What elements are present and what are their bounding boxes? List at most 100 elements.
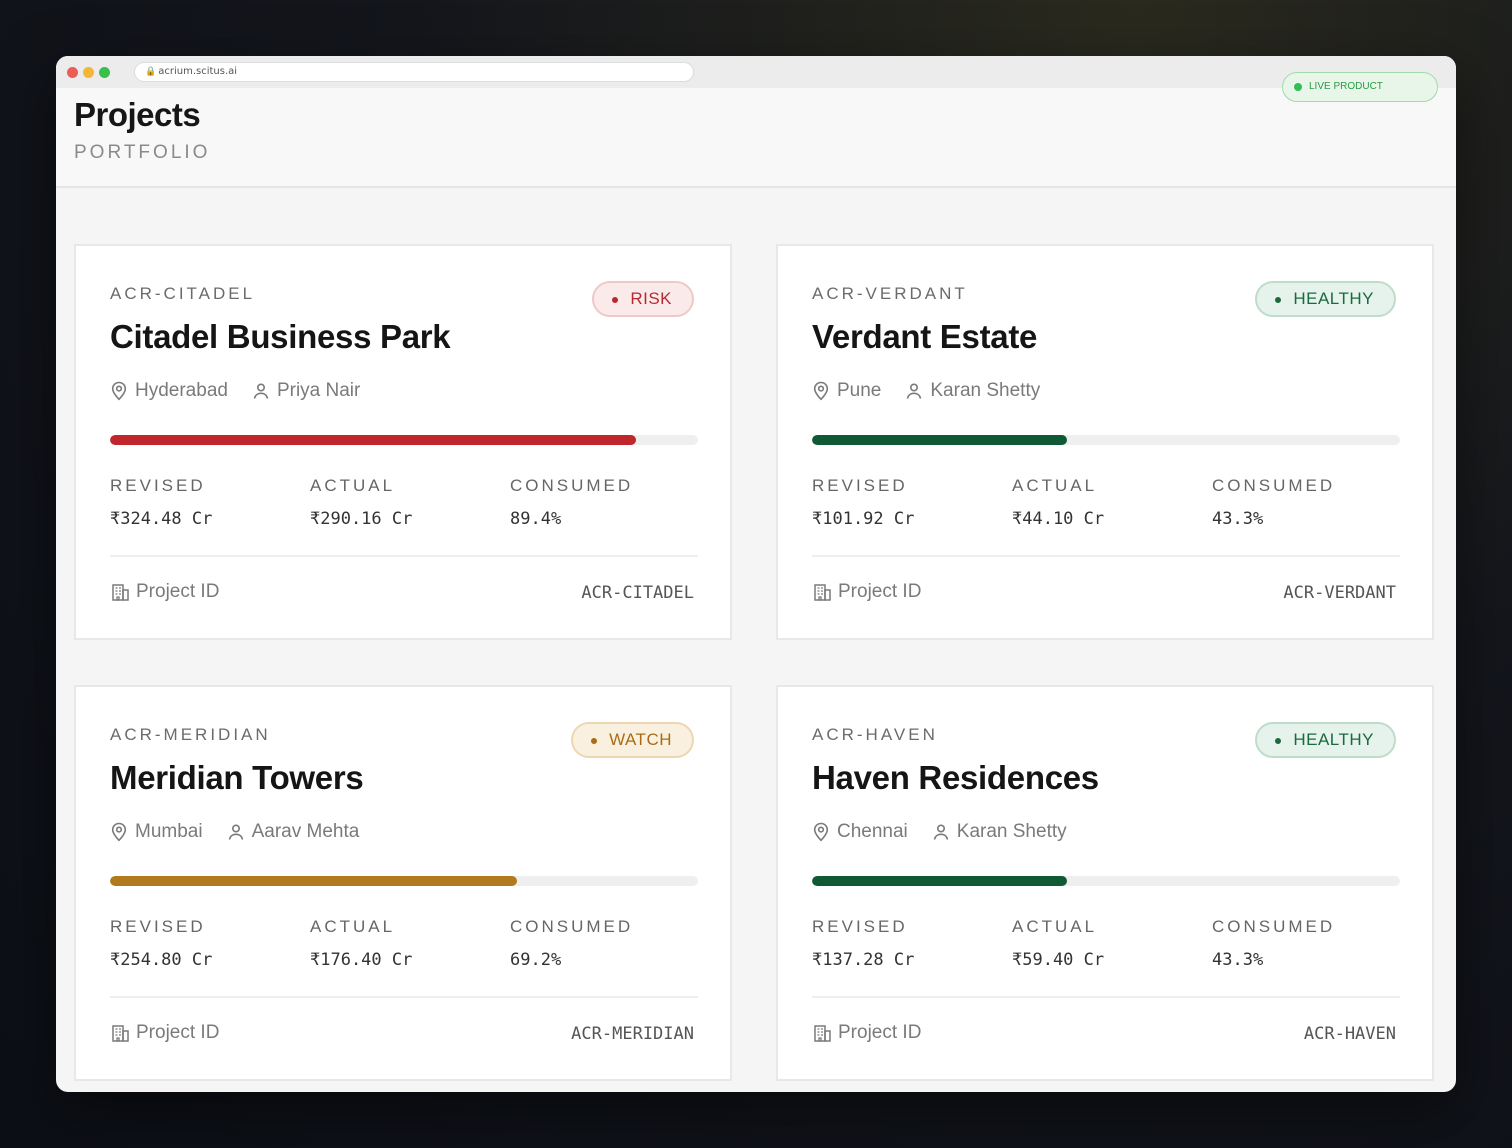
live-product-label: LIVE PRODUCT [1309,81,1383,92]
project-manager: Priya Nair [276,380,361,401]
budget-progress-bar [110,435,698,445]
project-code: ACR-HAVEN [812,725,938,744]
project-card-acr-meridian[interactable]: ACR-MERIDIAN Meridian Towers WATCH Mumba… [74,685,732,1081]
location-pin-icon [111,822,127,842]
budget-progress-fill [812,876,1067,886]
project-city: Hyderabad [135,380,228,401]
actual-value: ₹59.40 Cr [1012,950,1105,970]
building-icon [814,584,831,601]
project-name: Citadel Business Park [110,318,451,355]
actual-label: ACTUAL [310,476,396,495]
card-divider [812,996,1400,998]
page-subtitle: PORTFOLIO [74,142,211,163]
budget-progress-bar [812,876,1400,886]
project-meta: Hyderabad Priya Nair [110,380,360,402]
project-card-acr-citadel[interactable]: ACR-CITADEL Citadel Business Park RISK H… [74,244,732,640]
maximize-window-button[interactable] [99,67,110,78]
revised-label: REVISED [110,917,206,936]
status-label: WATCH [609,730,672,749]
actual-label: ACTUAL [310,917,396,936]
live-product-badge: LIVE PRODUCT [1282,72,1438,102]
project-card-acr-verdant[interactable]: ACR-VERDANT Verdant Estate HEALTHY Pune … [776,244,1434,640]
project-name: Verdant Estate [812,318,1038,355]
project-code: ACR-MERIDIAN [110,725,271,744]
project-name: Meridian Towers [110,759,364,796]
revised-value: ₹137.28 Cr [812,950,915,970]
card-divider [110,555,698,557]
project-name: Haven Residences [812,759,1099,796]
consumed-label: CONSUMED [1212,917,1336,936]
project-id-label-text: Project ID [838,581,922,602]
minimize-window-button[interactable] [83,67,94,78]
page-header: Projects PORTFOLIO [56,88,1456,188]
card-divider [812,555,1400,557]
location-pin-icon [813,381,829,401]
url-text: acrium.scitus.ai [158,66,238,77]
consumed-label: CONSUMED [510,917,634,936]
project-id-value: ACR-CITADEL [581,583,694,603]
project-meta: Chennai Karan Shetty [812,821,1067,843]
close-window-button[interactable] [67,67,78,78]
status-badge: WATCH [571,722,694,758]
consumed-label: CONSUMED [1212,476,1336,495]
revised-label: REVISED [110,476,206,495]
revised-label: REVISED [812,476,908,495]
consumed-value: 43.3% [1212,950,1264,970]
status-label: RISK [630,289,672,308]
lock-icon: 🔒 [145,67,157,77]
project-city: Chennai [837,821,908,842]
project-card-acr-haven[interactable]: ACR-HAVEN Haven Residences HEALTHY Chenn… [776,685,1434,1081]
browser-chrome: 🔒 acrium.scitus.ai [56,56,1456,88]
building-icon [112,1025,129,1042]
revised-value: ₹254.80 Cr [110,950,213,970]
status-dot [591,738,598,744]
consumed-value: 43.3% [1212,509,1264,529]
budget-progress-fill [812,435,1067,445]
actual-value: ₹44.10 Cr [1012,509,1105,529]
actual-value: ₹290.16 Cr [310,509,413,529]
user-icon [228,824,243,840]
budget-progress-bar [812,435,1400,445]
project-manager: Karan Shetty [930,380,1041,401]
project-id-label: Project ID [812,581,921,603]
project-manager: Aarav Mehta [251,821,360,842]
project-id-label-text: Project ID [136,581,220,602]
status-dot [612,297,619,303]
status-badge: RISK [592,281,694,317]
project-meta: Pune Karan Shetty [812,380,1040,402]
status-badge: HEALTHY [1255,722,1396,758]
consumed-value: 69.2% [510,950,562,970]
project-id-label: Project ID [110,581,219,603]
project-id-label-text: Project ID [136,1022,220,1043]
consumed-label: CONSUMED [510,476,634,495]
project-id-label: Project ID [812,1022,921,1044]
location-pin-icon [813,822,829,842]
address-bar[interactable]: 🔒 acrium.scitus.ai [134,62,694,82]
user-icon [253,383,269,399]
project-id-label: Project ID [110,1022,219,1044]
budget-progress-fill [110,876,517,886]
status-dot [1275,297,1282,303]
project-city: Pune [837,380,882,401]
budget-progress-fill [110,435,636,445]
actual-label: ACTUAL [1012,917,1098,936]
building-icon [814,1025,831,1042]
project-id-label-text: Project ID [838,1022,922,1043]
location-pin-icon [111,381,127,401]
project-code: ACR-CITADEL [110,284,256,303]
revised-value: ₹324.48 Cr [110,509,213,529]
user-icon [907,383,922,399]
project-city: Mumbai [135,821,203,842]
project-manager: Karan Shetty [956,821,1067,842]
page-title: Projects [74,96,201,133]
status-badge: HEALTHY [1255,281,1396,317]
actual-value: ₹176.40 Cr [310,950,413,970]
consumed-value: 89.4% [510,509,562,529]
project-id-value: ACR-HAVEN [1303,1024,1396,1044]
building-icon [112,584,129,601]
project-meta: Mumbai Aarav Mehta [110,821,359,843]
browser-window: 🔒 acrium.scitus.ai LIVE PRODUCT Projects … [56,56,1456,1092]
revised-label: REVISED [812,917,908,936]
status-label: HEALTHY [1293,289,1374,308]
revised-value: ₹101.92 Cr [812,509,915,529]
